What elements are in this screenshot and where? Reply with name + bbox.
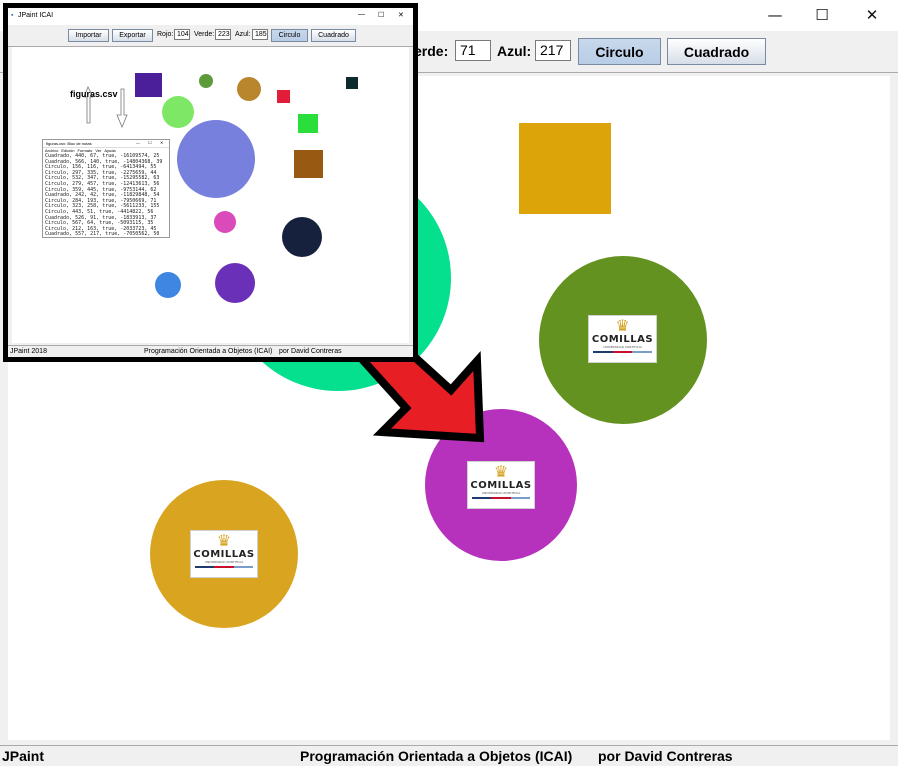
embedded-green-input: 223: [215, 29, 231, 40]
notepad-line: Cuadrado, 557, 217, true, -7050562, 50: [45, 231, 160, 238]
blue-input[interactable]: 217: [535, 40, 571, 61]
status-author: por David Contreras: [598, 748, 733, 764]
logo-stripe: [593, 351, 653, 353]
embedded-square-button: Cuadrado: [311, 29, 356, 42]
maximize-button[interactable]: ☐: [799, 0, 845, 30]
embedded-blue-label: Azul:: [235, 31, 251, 38]
notepad-minimize-icon: —: [136, 140, 140, 145]
embedded-circle-button: Circulo: [271, 29, 308, 42]
blue-label: Azul:: [497, 43, 532, 59]
logo-name: COMILLAS: [591, 334, 654, 345]
comillas-logo: ♛ COMILLAS UNIVERSIDAD PONTIFICIA: [588, 315, 657, 363]
embedded-file-label: figuras.csv: [70, 89, 118, 99]
embedded-status-app: JPaint 2018: [10, 348, 47, 355]
embedded-minimize-icon: —: [358, 11, 365, 18]
logo-stripe: [195, 566, 253, 568]
circle-button[interactable]: Circulo: [578, 38, 661, 65]
notepad-close-icon: ✕: [160, 140, 164, 145]
status-bar: JPaint Programación Orientada a Objetos …: [0, 745, 898, 766]
embedded-statusbar: JPaint 2018 Programación Orientada a Obj…: [8, 345, 413, 357]
status-app-name: JPaint: [2, 748, 45, 764]
status-course: Programación Orientada a Objetos (ICAI): [300, 748, 573, 764]
embedded-notepad: figuras.csv: Bloc de notas — ☐ ✕ Archivo…: [42, 139, 170, 238]
crest-icon: ♛: [615, 316, 630, 335]
maximize-icon: ☐: [815, 6, 829, 24]
close-icon: ✕: [865, 6, 879, 24]
embedded-blue-input: 185: [252, 29, 268, 40]
embedded-titlebar: ▪ JPaint ICAI — ☐ ✕: [8, 8, 413, 25]
embedded-red-label: Rojo:: [157, 31, 174, 38]
embedded-status-course: Programación Orientada a Objetos (ICAI): [144, 348, 273, 355]
logo-subtitle: UNIVERSIDAD PONTIFICIA: [204, 560, 244, 564]
embedded-green-label: Verde:: [194, 31, 215, 38]
crest-icon: ♛: [493, 462, 509, 481]
square-button[interactable]: Cuadrado: [667, 38, 766, 65]
minimize-button[interactable]: —: [752, 0, 798, 30]
gold-square-shape[interactable]: [519, 123, 611, 214]
embedded-canvas: figuras.csv figuras.csv: Bloc de notas —…: [12, 47, 409, 343]
logo-name: COMILLAS: [470, 480, 532, 491]
green-label: erde:: [414, 43, 449, 59]
notepad-content: Cuadrado, 440, 67, true, -16109574, 25 Cu…: [43, 153, 169, 238]
embedded-close-icon: ✕: [398, 12, 404, 19]
embedded-status-author: por David Contreras: [279, 348, 342, 355]
close-button[interactable]: ✕: [849, 0, 895, 30]
crest-icon: ♛: [216, 531, 232, 550]
logo-name: COMILLAS: [193, 549, 255, 560]
embedded-export-button: Exportar: [112, 29, 153, 42]
java-icon: ▪: [11, 12, 14, 19]
comillas-logo: ♛ COMILLAS UNIVERSIDAD PONTIFICIA: [190, 530, 258, 578]
embedded-screenshot: ▪ JPaint ICAI — ☐ ✕ Importar Exportar Ro…: [3, 3, 418, 362]
logo-subtitle: UNIVERSIDAD PONTIFICIA: [603, 345, 642, 349]
embedded-title: JPaint ICAI: [18, 12, 54, 19]
logo-subtitle: UNIVERSIDAD PONTIFICIA: [481, 491, 521, 495]
green-input[interactable]: 71: [455, 40, 491, 61]
embedded-import-button: Importar: [68, 29, 109, 42]
notepad-titlebar: figuras.csv: Bloc de notas — ☐ ✕: [43, 140, 169, 148]
embedded-maximize-icon: ☐: [378, 12, 385, 19]
embedded-red-input: 104: [174, 29, 190, 40]
notepad-maximize-icon: ☐: [148, 140, 152, 145]
logo-stripe: [472, 497, 530, 499]
comillas-logo: ♛ COMILLAS UNIVERSIDAD PONTIFICIA: [467, 461, 535, 509]
minimize-icon: —: [767, 6, 783, 24]
notepad-title: figuras.csv: Bloc de notas: [46, 141, 92, 146]
